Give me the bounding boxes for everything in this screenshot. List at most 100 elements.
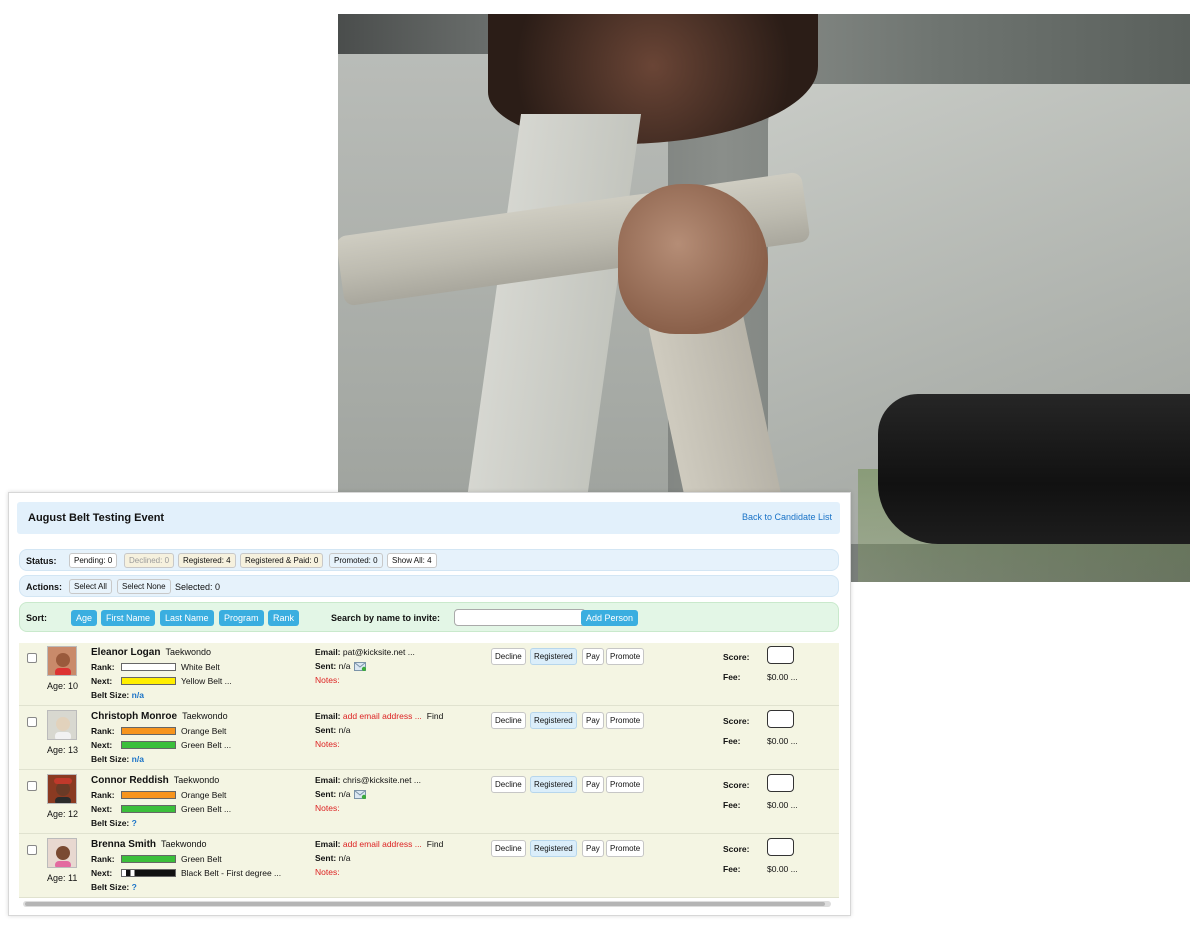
sort-rank-button[interactable]: Rank: [268, 610, 300, 626]
belt-size-value[interactable]: n/a: [132, 754, 144, 764]
next-belt-name: Green Belt ...: [181, 804, 232, 814]
registered-button[interactable]: Registered: [530, 712, 577, 729]
select-all-button[interactable]: Select All: [69, 579, 112, 594]
registered-button[interactable]: Registered: [530, 648, 577, 665]
pay-button[interactable]: Pay: [582, 712, 604, 729]
student-program: Taekwondo: [173, 775, 220, 785]
status-registered-paid-chip[interactable]: Registered & Paid: 0: [240, 553, 324, 568]
row-checkbox[interactable]: [27, 653, 37, 663]
rank-belt-name: Green Belt: [181, 854, 222, 864]
belt-size-label: Belt Size:: [91, 690, 130, 700]
sort-first-name-button[interactable]: First Name: [101, 610, 156, 626]
student-name[interactable]: Brenna Smith Taekwondo: [91, 839, 207, 850]
sort-program-button[interactable]: Program: [219, 610, 264, 626]
promote-button[interactable]: Promote: [606, 776, 645, 793]
pay-button[interactable]: Pay: [582, 776, 604, 793]
add-person-button[interactable]: Add Person: [581, 610, 639, 626]
belt-testing-panel: August Belt Testing Event Back to Candid…: [8, 492, 851, 916]
promote-button[interactable]: Promote: [606, 648, 645, 665]
next-label: Next:: [91, 868, 113, 878]
belt-size: Belt Size: ?: [91, 818, 137, 828]
decline-button[interactable]: Decline: [491, 648, 526, 665]
rank-label: Rank:: [91, 790, 115, 800]
status-registered-chip[interactable]: Registered: 4: [178, 553, 236, 568]
student-name[interactable]: Connor Reddish Taekwondo: [91, 775, 219, 786]
belt-size-label: Belt Size:: [91, 754, 130, 764]
next-belt-name: Green Belt ...: [181, 740, 232, 750]
decline-button[interactable]: Decline: [491, 840, 526, 857]
fee-value[interactable]: $0.00 ...: [767, 864, 798, 874]
row-checkbox[interactable]: [27, 845, 37, 855]
status-promoted-chip[interactable]: Promoted: 0: [329, 553, 383, 568]
status-declined-chip[interactable]: Declined: 0: [124, 553, 175, 568]
status-filter-bar: Status: Pending: 0 Declined: 0 Registere…: [19, 549, 839, 571]
pay-button[interactable]: Pay: [582, 648, 604, 665]
next-belt-swatch: [121, 741, 176, 749]
find-button[interactable]: Find: [427, 711, 444, 721]
scrollbar-thumb[interactable]: [25, 902, 825, 906]
notes-link[interactable]: Notes:: [315, 803, 340, 813]
email: Email: add email address ... Find: [315, 711, 444, 721]
belt-size-value[interactable]: n/a: [132, 690, 144, 700]
score-input[interactable]: [767, 838, 794, 856]
notes-link[interactable]: Notes:: [315, 675, 340, 685]
registered-button[interactable]: Registered: [530, 840, 577, 857]
belt-size-value[interactable]: ?: [132, 882, 137, 892]
add-email-link[interactable]: add email address ...: [343, 839, 422, 849]
score-label: Score:: [723, 844, 750, 854]
promote-button[interactable]: Promote: [606, 712, 645, 729]
pay-button[interactable]: Pay: [582, 840, 604, 857]
actions-label: Actions:: [26, 582, 62, 592]
find-button[interactable]: Find: [427, 839, 444, 849]
candidate-list: Age: 10 Eleanor Logan Taekwondo Rank: Whi…: [19, 643, 839, 898]
promote-button[interactable]: Promote: [606, 840, 645, 857]
score-label: Score:: [723, 716, 750, 726]
belt-size: Belt Size: ?: [91, 882, 137, 892]
add-email-link[interactable]: add email address ...: [343, 711, 422, 721]
rank-label: Rank:: [91, 662, 115, 672]
sort-last-name-button[interactable]: Last Name: [160, 610, 214, 626]
belt-size-value[interactable]: ?: [132, 818, 137, 828]
rank-belt-swatch: [121, 791, 176, 799]
invite-search-input[interactable]: [454, 609, 586, 626]
candidate-row: Age: 12 Connor Reddish Taekwondo Rank: Or…: [19, 771, 839, 834]
decline-button[interactable]: Decline: [491, 776, 526, 793]
rank-belt-name: Orange Belt: [181, 790, 227, 800]
send-email-icon[interactable]: [354, 790, 367, 800]
score-input[interactable]: [767, 774, 794, 792]
row-checkbox[interactable]: [27, 781, 37, 791]
fee-value[interactable]: $0.00 ...: [767, 672, 798, 682]
sort-age-button[interactable]: Age: [71, 610, 98, 626]
fee-value[interactable]: $0.00 ...: [767, 800, 798, 810]
sent: Sent: n/a: [315, 661, 367, 672]
fee-value[interactable]: $0.00 ...: [767, 736, 798, 746]
avatar: [47, 646, 77, 676]
email: Email: add email address ... Find: [315, 839, 444, 849]
actions-bar: Actions: Select All Select None Selected…: [19, 575, 839, 597]
notes-link[interactable]: Notes:: [315, 867, 340, 877]
student-age: Age: 10: [47, 681, 79, 691]
select-none-button[interactable]: Select None: [117, 579, 171, 594]
row-checkbox[interactable]: [27, 717, 37, 727]
score-input[interactable]: [767, 710, 794, 728]
score-input[interactable]: [767, 646, 794, 664]
belt-size-label: Belt Size:: [91, 818, 130, 828]
student-name[interactable]: Eleanor Logan Taekwondo: [91, 647, 211, 658]
email-value[interactable]: pat@kicksite.net ...: [343, 647, 415, 657]
email-value[interactable]: chris@kicksite.net ...: [343, 775, 421, 785]
back-to-candidate-list-link[interactable]: Back to Candidate List: [742, 512, 832, 522]
fee-label: Fee:: [723, 672, 741, 682]
status-pending-chip[interactable]: Pending: 0: [69, 553, 118, 568]
horizontal-scrollbar[interactable]: [23, 901, 831, 907]
send-email-icon[interactable]: [354, 662, 367, 672]
notes-link[interactable]: Notes:: [315, 739, 340, 749]
belt-size: Belt Size: n/a: [91, 690, 144, 700]
decline-button[interactable]: Decline: [491, 712, 526, 729]
status-show-all-chip[interactable]: Show All: 4: [387, 553, 437, 568]
avatar: [47, 838, 77, 868]
registered-button[interactable]: Registered: [530, 776, 577, 793]
student-name[interactable]: Christoph Monroe Taekwondo: [91, 711, 228, 722]
avatar: [47, 710, 77, 740]
candidate-row: Age: 11 Brenna Smith Taekwondo Rank: Gree…: [19, 835, 839, 898]
email: Email: chris@kicksite.net ...: [315, 775, 421, 785]
